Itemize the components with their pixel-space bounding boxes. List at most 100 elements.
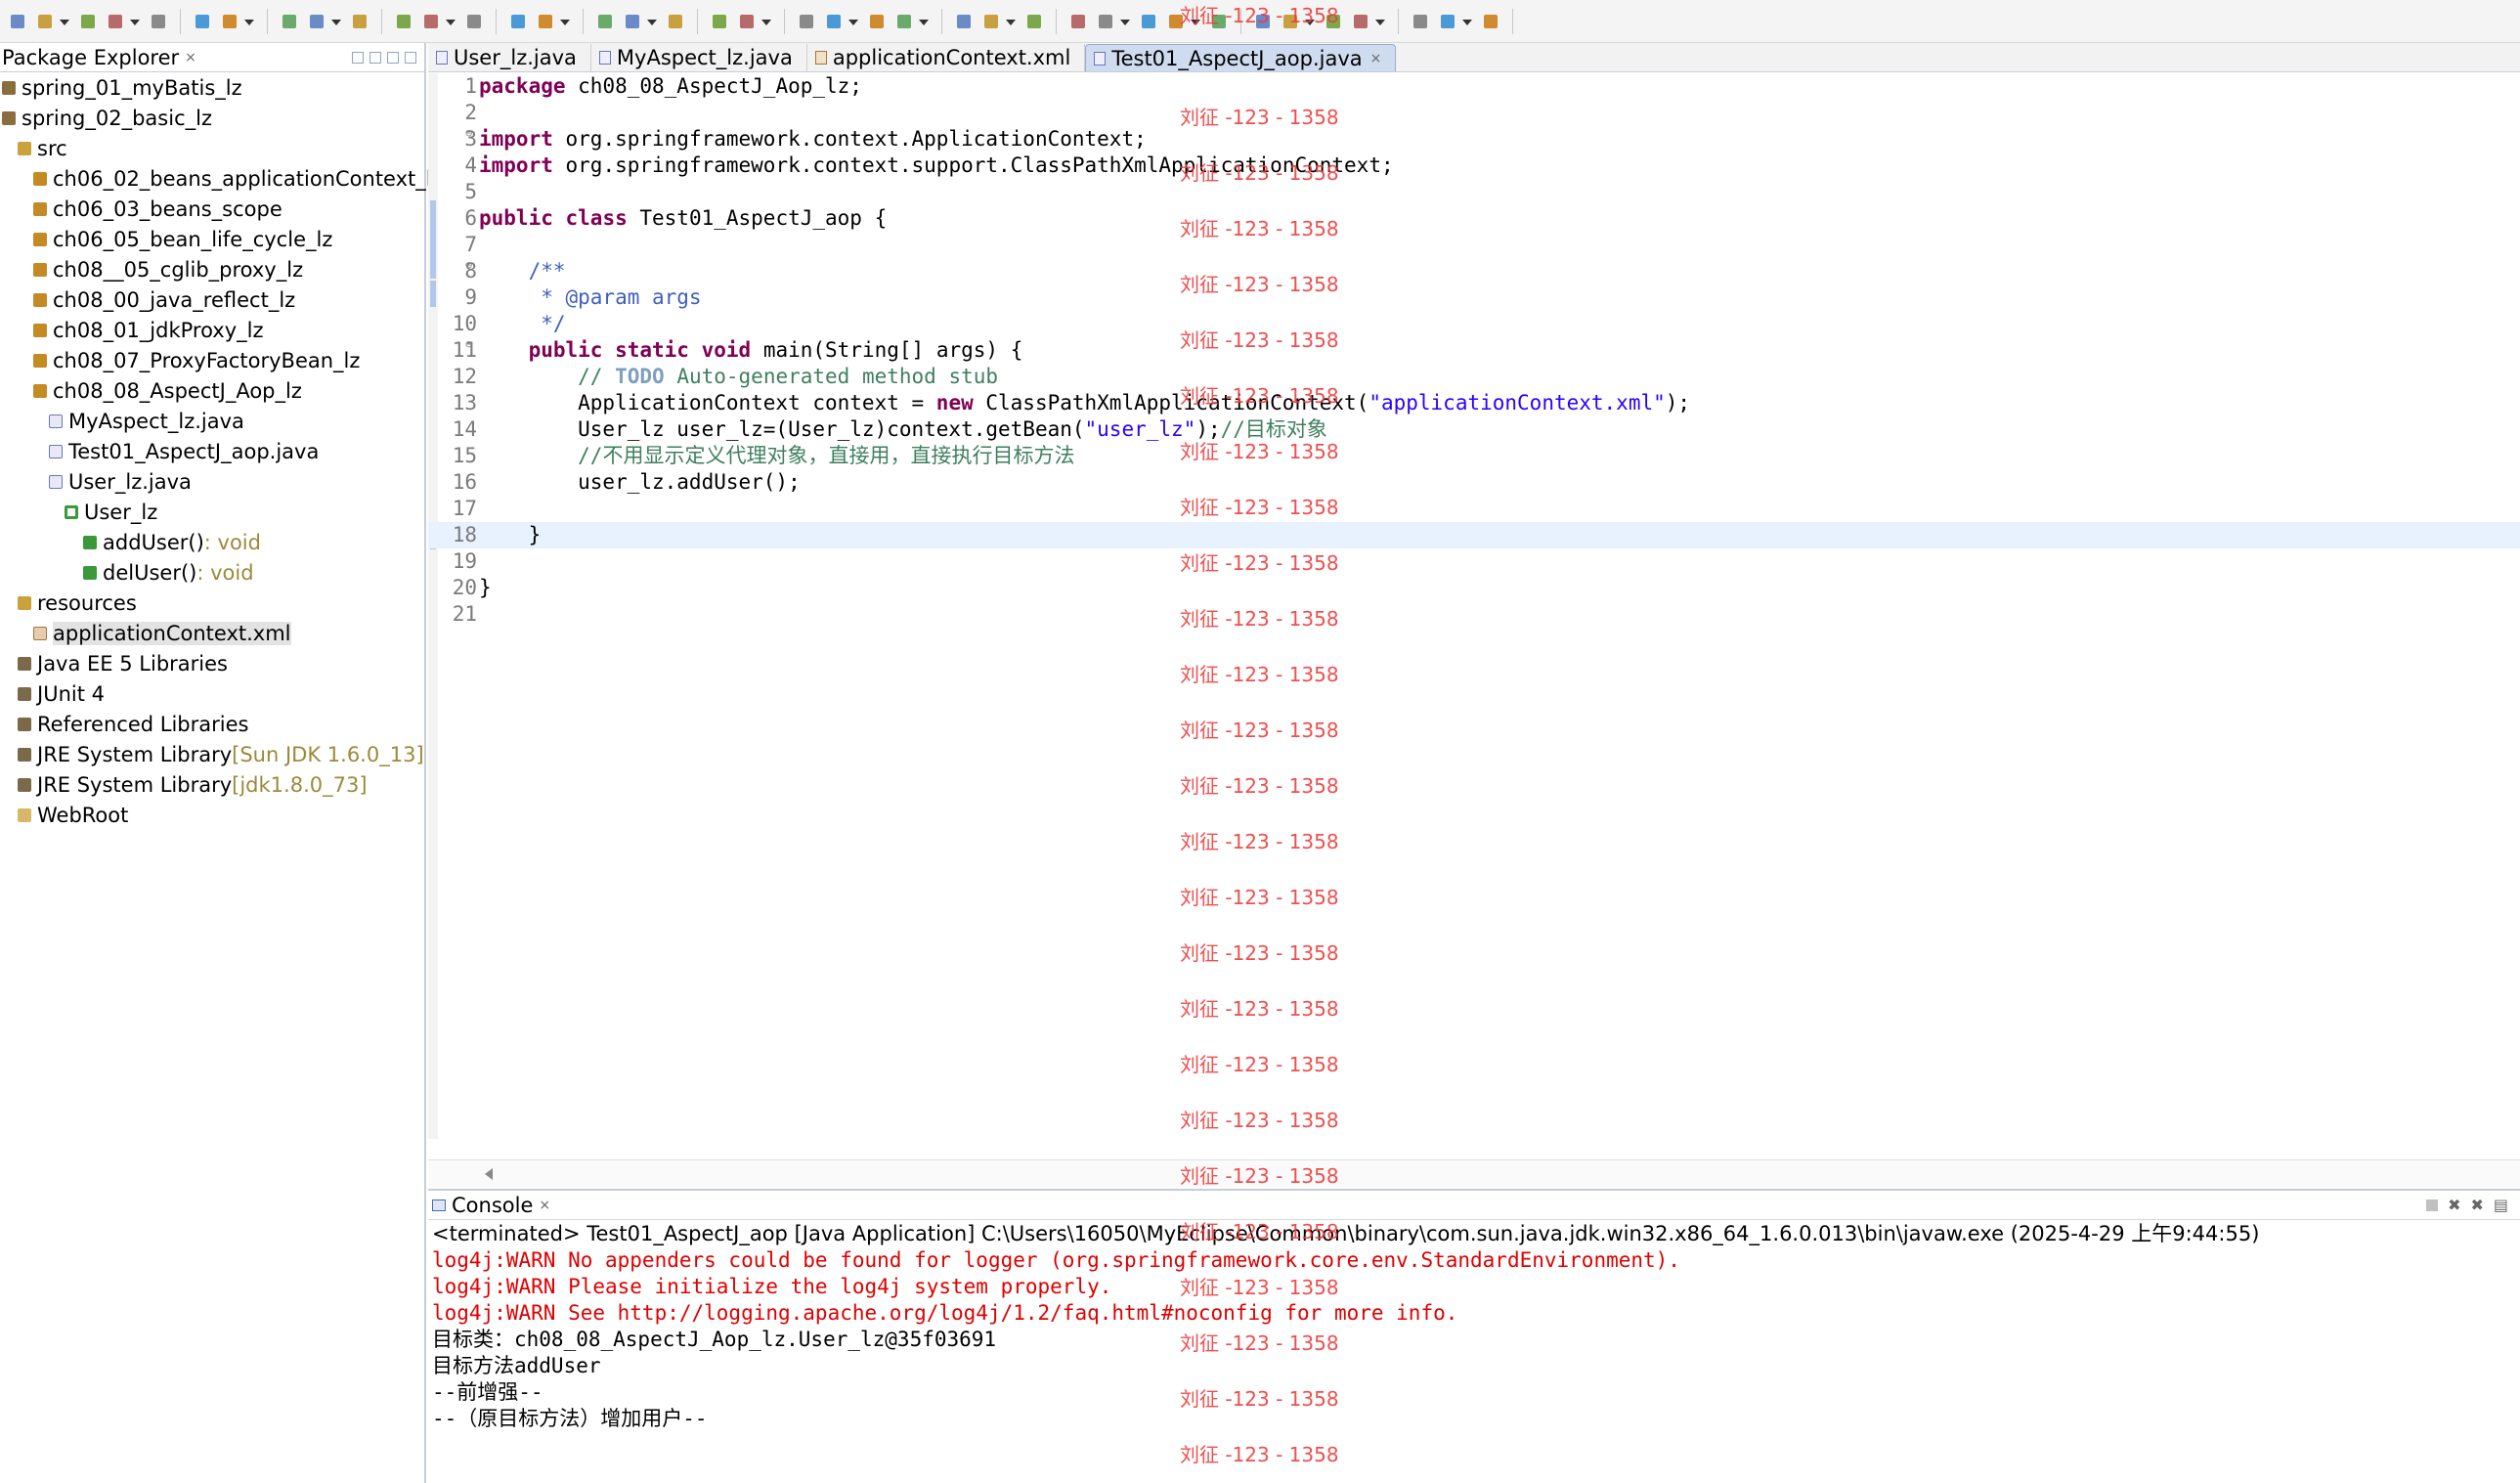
toolbar-button[interactable]: [1138, 11, 1159, 32]
tree-item[interactable]: JUnit 4: [0, 678, 424, 709]
tree-item[interactable]: User_lz: [0, 497, 424, 527]
toolbar-button[interactable]: [796, 11, 817, 32]
tree-item[interactable]: ch08_00_java_reflect_lz: [0, 284, 424, 315]
toolbar-button[interactable]: [463, 11, 485, 32]
toolbar-button[interactable]: [893, 11, 915, 32]
remove-all-icon[interactable]: ✖: [2470, 1196, 2483, 1214]
scroll-left-icon[interactable]: [485, 1168, 493, 1180]
tree-item[interactable]: ch06_03_beans_scope: [0, 194, 424, 224]
toolbar-button[interactable]: [823, 11, 845, 32]
toolbar-button[interactable]: [34, 11, 56, 32]
toolbar-button[interactable]: [665, 11, 686, 32]
toolbar-button[interactable]: [1208, 11, 1230, 32]
tree-item[interactable]: User_lz.java: [0, 466, 424, 497]
chevron-down-icon[interactable]: [646, 11, 657, 32]
chevron-down-icon[interactable]: [1461, 11, 1472, 32]
toolbar-button[interactable]: [77, 11, 99, 32]
collapse-all-icon[interactable]: [352, 51, 364, 64]
toolbar-button[interactable]: [105, 11, 126, 32]
editor-tab[interactable]: Test01_AspectJ_aop.java ×: [1085, 44, 1397, 71]
chevron-down-icon[interactable]: [1304, 11, 1315, 32]
chevron-down-icon[interactable]: [243, 11, 254, 32]
chevron-down-icon[interactable]: [918, 11, 929, 32]
toolbar-button[interactable]: [622, 11, 643, 32]
console-tab[interactable]: Console × ✖ ✖ ▤: [428, 1191, 2520, 1220]
toolbar-button[interactable]: [148, 11, 169, 32]
console-output[interactable]: log4j:WARN No appenders could be found f…: [428, 1247, 2520, 1432]
package-explorer-tab[interactable]: Package Explorer ×: [0, 43, 424, 72]
toolbar-button[interactable]: [1023, 11, 1045, 32]
toolbar-button[interactable]: [1410, 11, 1431, 32]
toolbar-button[interactable]: [306, 11, 327, 32]
maximize-icon[interactable]: [405, 51, 416, 64]
tree-item[interactable]: ch06_02_beans_applicationContext_lz: [0, 163, 443, 194]
toolbar-button[interactable]: [709, 11, 730, 32]
toolbar-button[interactable]: [1480, 11, 1501, 32]
fold-icon[interactable]: ⊖: [465, 252, 472, 279]
tree-item[interactable]: ch06_05_bean_life_cycle_lz: [0, 224, 424, 254]
chevron-down-icon[interactable]: [1374, 11, 1385, 32]
chevron-down-icon[interactable]: [1005, 11, 1016, 32]
chevron-down-icon[interactable]: [59, 11, 69, 32]
toolbar-button[interactable]: [1350, 11, 1371, 32]
tree-item[interactable]: MyAspect_lz.java: [0, 406, 424, 436]
editor-tab[interactable]: applicationContext.xml: [807, 44, 1086, 71]
chevron-down-icon[interactable]: [559, 11, 570, 32]
toolbar-button[interactable]: [349, 11, 370, 32]
terminate-icon[interactable]: [2426, 1199, 2439, 1211]
tree-item[interactable]: resources: [0, 588, 424, 618]
tree-item[interactable]: spring_01_myBatis_lz: [0, 72, 424, 103]
tree-item[interactable]: addUser() : void: [0, 527, 424, 557]
tree-item[interactable]: JRE System Library [jdk1.8.0_73]: [0, 769, 424, 800]
horizontal-scrollbar[interactable]: [428, 1159, 2520, 1187]
link-with-editor-icon[interactable]: [369, 51, 381, 64]
toolbar-button[interactable]: [1280, 11, 1301, 32]
tree-item[interactable]: ch08_08_AspectJ_Aop_lz: [0, 375, 424, 406]
tree-item[interactable]: ch08__05_cglib_proxy_lz: [0, 254, 424, 284]
toolbar-button[interactable]: [594, 11, 616, 32]
chevron-down-icon[interactable]: [847, 11, 858, 32]
toolbar-button[interactable]: [736, 11, 758, 32]
tree-item[interactable]: Java EE 5 Libraries: [0, 648, 424, 678]
editor-tab[interactable]: User_lz.java: [428, 44, 591, 71]
toolbar-button[interactable]: [953, 11, 975, 32]
close-icon[interactable]: ×: [1370, 51, 1382, 66]
toolbar-button[interactable]: [393, 11, 414, 32]
tree-item[interactable]: Referenced Libraries: [0, 709, 424, 739]
tree-item[interactable]: ch08_01_jdkProxy_lz: [0, 315, 424, 345]
toolbar-button[interactable]: [1252, 11, 1274, 32]
toolbar-button[interactable]: [1323, 11, 1344, 32]
toolbar-button[interactable]: [1165, 11, 1187, 32]
chevron-down-icon[interactable]: [760, 11, 771, 32]
tree-item[interactable]: Test01_AspectJ_aop.java: [0, 436, 424, 466]
remove-launch-icon[interactable]: ✖: [2448, 1196, 2460, 1214]
toolbar-button[interactable]: [866, 11, 888, 32]
tree-item[interactable]: applicationContext.xml: [0, 618, 424, 648]
toolbar-button[interactable]: [279, 11, 300, 32]
toolbar-button[interactable]: [1067, 11, 1089, 32]
tree-item[interactable]: delUser() : void: [0, 557, 424, 588]
toolbar-button[interactable]: [420, 11, 442, 32]
minimize-icon[interactable]: [387, 51, 399, 64]
tree-item[interactable]: ch08_07_ProxyFactoryBean_lz: [0, 345, 424, 375]
toolbar-button[interactable]: [535, 11, 556, 32]
chevron-down-icon[interactable]: [129, 11, 140, 32]
fold-icon[interactable]: ⊖: [465, 331, 472, 358]
editor-tab[interactable]: MyAspect_lz.java: [591, 44, 807, 71]
toolbar-button[interactable]: [192, 11, 213, 32]
clear-console-icon[interactable]: ▤: [2494, 1196, 2508, 1214]
toolbar-button[interactable]: [507, 11, 529, 32]
chevron-down-icon[interactable]: [445, 11, 456, 32]
tree-item[interactable]: src: [0, 133, 424, 163]
toolbar-button[interactable]: [980, 11, 1002, 32]
chevron-down-icon[interactable]: [330, 11, 341, 32]
tree-item[interactable]: WebRoot: [0, 800, 424, 830]
toolbar-button[interactable]: [7, 11, 28, 32]
close-icon[interactable]: ×: [539, 1198, 550, 1213]
close-icon[interactable]: ×: [185, 50, 196, 65]
chevron-down-icon[interactable]: [1119, 11, 1130, 32]
tree-item[interactable]: JRE System Library [Sun JDK 1.6.0_13]: [0, 739, 424, 769]
chevron-down-icon[interactable]: [1190, 11, 1200, 32]
tree-item[interactable]: spring_02_basic_lz: [0, 103, 424, 133]
code-area[interactable]: 1 package ch08_08_AspectJ_Aop_lz; 2 3 ⊖ impor…: [428, 73, 2520, 1139]
